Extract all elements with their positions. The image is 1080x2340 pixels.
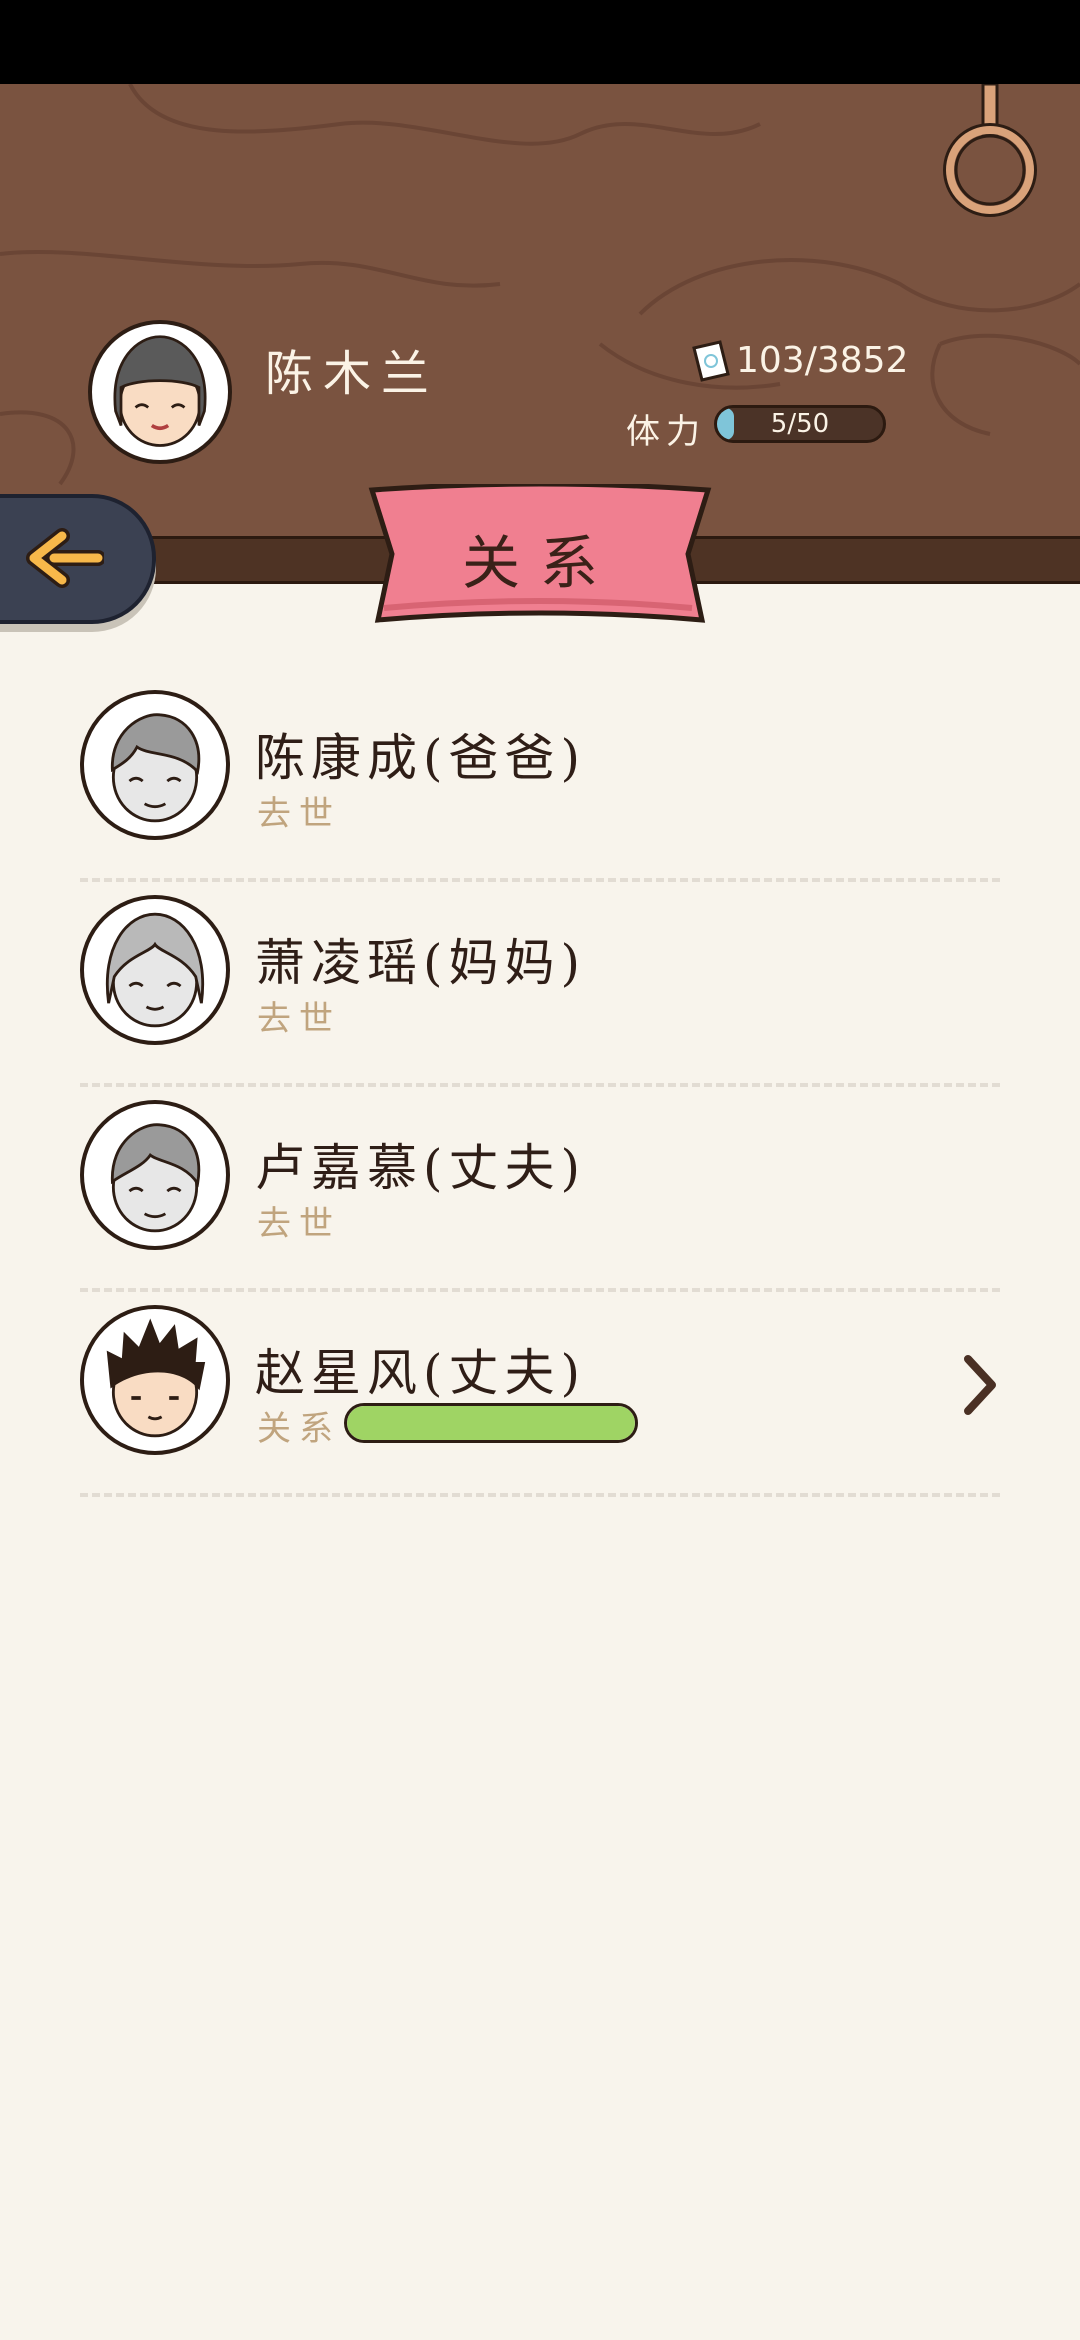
- relation-avatar: [80, 1305, 230, 1455]
- money-note-icon: [692, 340, 730, 382]
- stamina-label: 体力: [626, 412, 706, 452]
- relation-avatar: [80, 690, 230, 840]
- relation-status: 去世: [257, 794, 341, 834]
- relation-avatar: [80, 895, 230, 1045]
- relation-label: 关系: [257, 1409, 341, 1449]
- elder-face-icon: [110, 713, 201, 823]
- relation-row[interactable]: 卢嘉慕(丈夫) 去世: [80, 1088, 1000, 1293]
- money-value: 103/3852: [736, 340, 909, 381]
- chevron-right-icon[interactable]: [960, 1353, 1000, 1417]
- player-face-icon: [113, 335, 207, 447]
- wood-header: [0, 84, 1080, 536]
- player-name: 陈木兰: [265, 346, 440, 402]
- relation-row[interactable]: 赵星风(丈夫) 关系: [80, 1293, 1000, 1498]
- hanging-ring-icon: [943, 84, 1037, 217]
- page-title: 关系: [461, 529, 618, 597]
- relation-avatar: [80, 1100, 230, 1250]
- player-avatar[interactable]: [88, 320, 232, 464]
- stamina-bar: 5/50: [714, 405, 886, 443]
- stamina-text: 5/50: [770, 409, 830, 439]
- row-divider: [80, 878, 1000, 882]
- relationship-bar: [344, 1403, 638, 1443]
- relation-status: 去世: [257, 999, 341, 1039]
- relationship-fill: [347, 1406, 635, 1440]
- relation-row[interactable]: 陈康成(爸爸) 去世: [80, 678, 1000, 883]
- elder-face-icon: [110, 1123, 201, 1233]
- wood-grain: [0, 84, 1080, 486]
- row-divider: [80, 1288, 1000, 1292]
- elder-face-icon: [105, 912, 205, 1028]
- row-divider: [80, 1493, 1000, 1497]
- relation-row[interactable]: 萧凌瑶(妈妈) 去世: [80, 883, 1000, 1088]
- back-arrow-icon: [26, 528, 104, 588]
- status-bar: [0, 0, 1080, 84]
- relation-name: 赵星风(丈夫): [255, 1344, 587, 1402]
- relation-name: 卢嘉慕(丈夫): [255, 1139, 587, 1197]
- row-divider: [80, 1083, 1000, 1087]
- spouse-face-icon: [106, 1318, 206, 1438]
- relation-status: 去世: [257, 1204, 341, 1244]
- relation-name: 陈康成(爸爸): [255, 729, 587, 787]
- back-button[interactable]: [0, 494, 156, 624]
- relation-name: 萧凌瑶(妈妈): [255, 934, 587, 992]
